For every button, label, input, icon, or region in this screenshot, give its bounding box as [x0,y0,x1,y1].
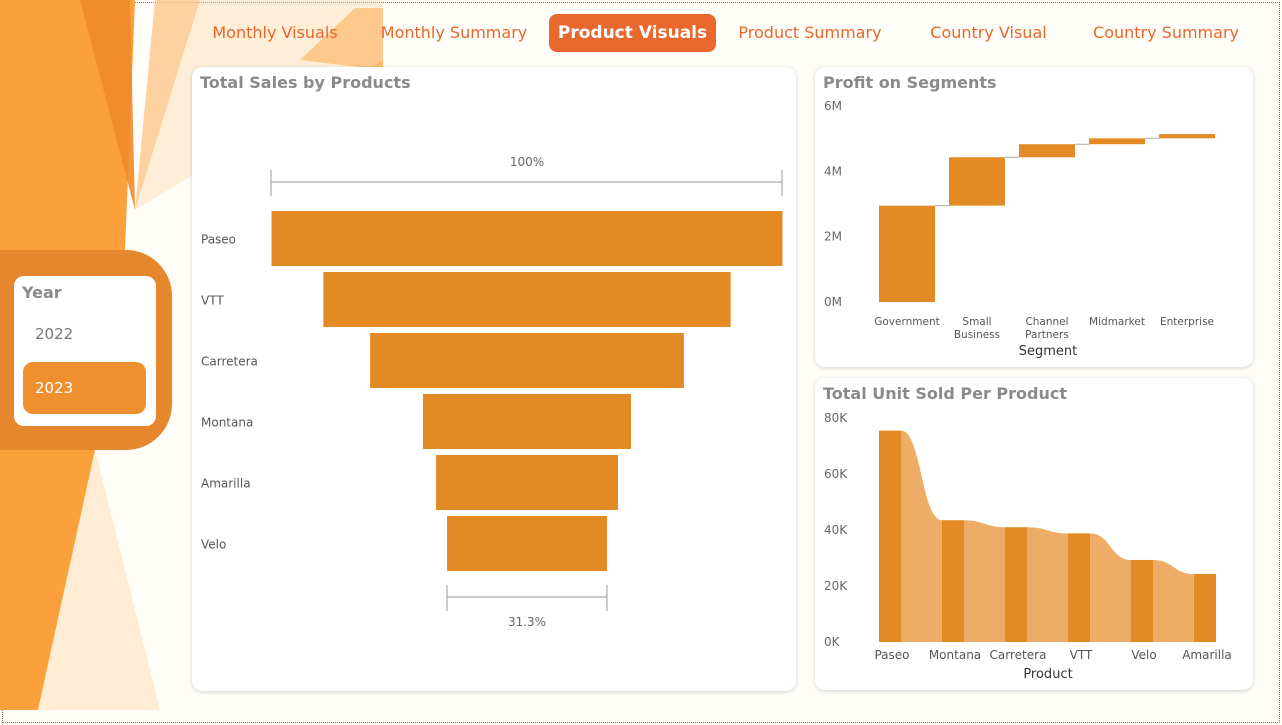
ribbon-band-4 [1090,533,1131,642]
ribbon-xlabel: Product [1023,667,1072,682]
ribbon-card[interactable]: Total Unit Sold Per Product 0K 20K 40K 60K 8… [815,378,1253,690]
funnel-label-vtt: VTT [201,294,224,308]
waterfall-ytick-6m: 6M [824,99,842,113]
ribbon-xtick-paseo: Paseo [874,648,909,662]
funnel-bar-montana[interactable] [423,394,631,449]
waterfall-xtick-midmarket: Midmarket [1089,316,1145,328]
ribbon-bar-amarilla[interactable] [1194,573,1216,642]
ribbon-ytick-0k: 0K [824,635,841,649]
funnel-label-carretera: Carretera [201,355,258,369]
tab-monthly-summary[interactable]: Monthly Summary [380,14,528,52]
funnel-bar-paseo[interactable] [271,211,783,266]
ribbon-band-5 [1153,559,1194,642]
ribbon-xtick-velo: Velo [1131,648,1156,662]
funnel-bar-vtt[interactable] [323,272,731,327]
report-canvas: Monthly Visuals Monthly Summary Product Vi… [0,0,1282,725]
ribbon-ytick-20k: 20K [824,579,848,593]
waterfall-xtick-small-business-line2: Business [954,329,1000,341]
ribbon-xtick-montana: Montana [929,648,981,662]
year-option-2022[interactable]: 2022 [23,308,146,360]
waterfall-xtick-channel-partners-line2: Partners [1025,329,1069,341]
funnel-bottom-label: 31.3% [508,615,546,629]
waterfall-bar-government[interactable] [879,205,935,302]
waterfall-xtick-channel-partners-line1: Channel [1025,316,1068,328]
waterfall-bar-midmarket[interactable] [1089,138,1145,145]
year-slicer-title: Year [22,283,62,302]
ribbon-ytick-40k: 40K [824,523,848,537]
waterfall-bar-enterprise[interactable] [1159,134,1215,139]
ribbon-bar-carretera[interactable] [1005,527,1027,642]
waterfall-ytick-0m: 0M [824,295,842,309]
waterfall-ytick-2m: 2M [824,230,842,244]
ribbon-bar-montana[interactable] [942,520,964,642]
funnel-top-label: 100% [510,155,544,169]
waterfall-xtick-government: Government [874,316,939,328]
funnel-label-paseo: Paseo [201,233,236,247]
ribbon-band-1 [901,430,942,642]
ribbon-bar-paseo[interactable] [879,430,901,642]
ribbon-band-3 [1027,527,1068,642]
ribbon-xtick-vtt: VTT [1070,648,1093,662]
funnel-label-montana: Montana [201,416,253,430]
funnel-label-velo: Velo [201,538,226,552]
tab-monthly-visuals[interactable]: Monthly Visuals [205,14,345,52]
waterfall-card[interactable]: Profit on Segments 0M 2M 4M 6M Government Sma… [815,67,1253,367]
ribbon-xtick-carretera: Carretera [990,648,1047,662]
funnel-bar-carretera[interactable] [370,333,684,388]
funnel-bar-velo[interactable] [447,516,607,571]
waterfall-xtick-enterprise: Enterprise [1160,316,1214,328]
funnel-card[interactable]: Total Sales by Products 100% Paseo VTT Carr… [192,67,796,691]
waterfall-bar-channel-partners[interactable] [1019,144,1075,158]
ribbon-bar-vtt[interactable] [1068,533,1090,642]
tab-product-summary[interactable]: Product Summary [735,14,885,52]
year-option-2023[interactable]: 2023 [23,362,146,414]
tab-country-summary[interactable]: Country Summary [1090,14,1242,52]
waterfall-xtick-small-business-line1: Small [962,316,991,328]
tab-country-visual[interactable]: Country Visual [922,14,1055,52]
ribbon-ytick-80k: 80K [824,411,848,425]
waterfall-xlabel: Segment [1019,344,1078,359]
waterfall-ytick-4m: 4M [824,164,842,178]
funnel-chart: 100% Paseo VTT Carretera Montana Amarilla Velo… [201,155,783,629]
tab-product-visuals[interactable]: Product Visuals [549,14,716,52]
ribbon-band-2 [964,520,1005,642]
ribbon-chart: 0K 20K 40K 60K 80K Paseo Montana Carretera VTT Ve… [824,411,1232,682]
waterfall-bar-small-business[interactable] [949,157,1005,206]
funnel-bar-amarilla[interactable] [436,455,618,510]
ribbon-bar-velo[interactable] [1131,559,1153,642]
waterfall-chart: 0M 2M 4M 6M Government SmallBusiness ChannelPa… [824,99,1215,359]
ribbon-ytick-60k: 60K [824,467,848,481]
ribbon-xtick-amarilla: Amarilla [1182,648,1232,662]
funnel-label-amarilla: Amarilla [201,477,251,491]
